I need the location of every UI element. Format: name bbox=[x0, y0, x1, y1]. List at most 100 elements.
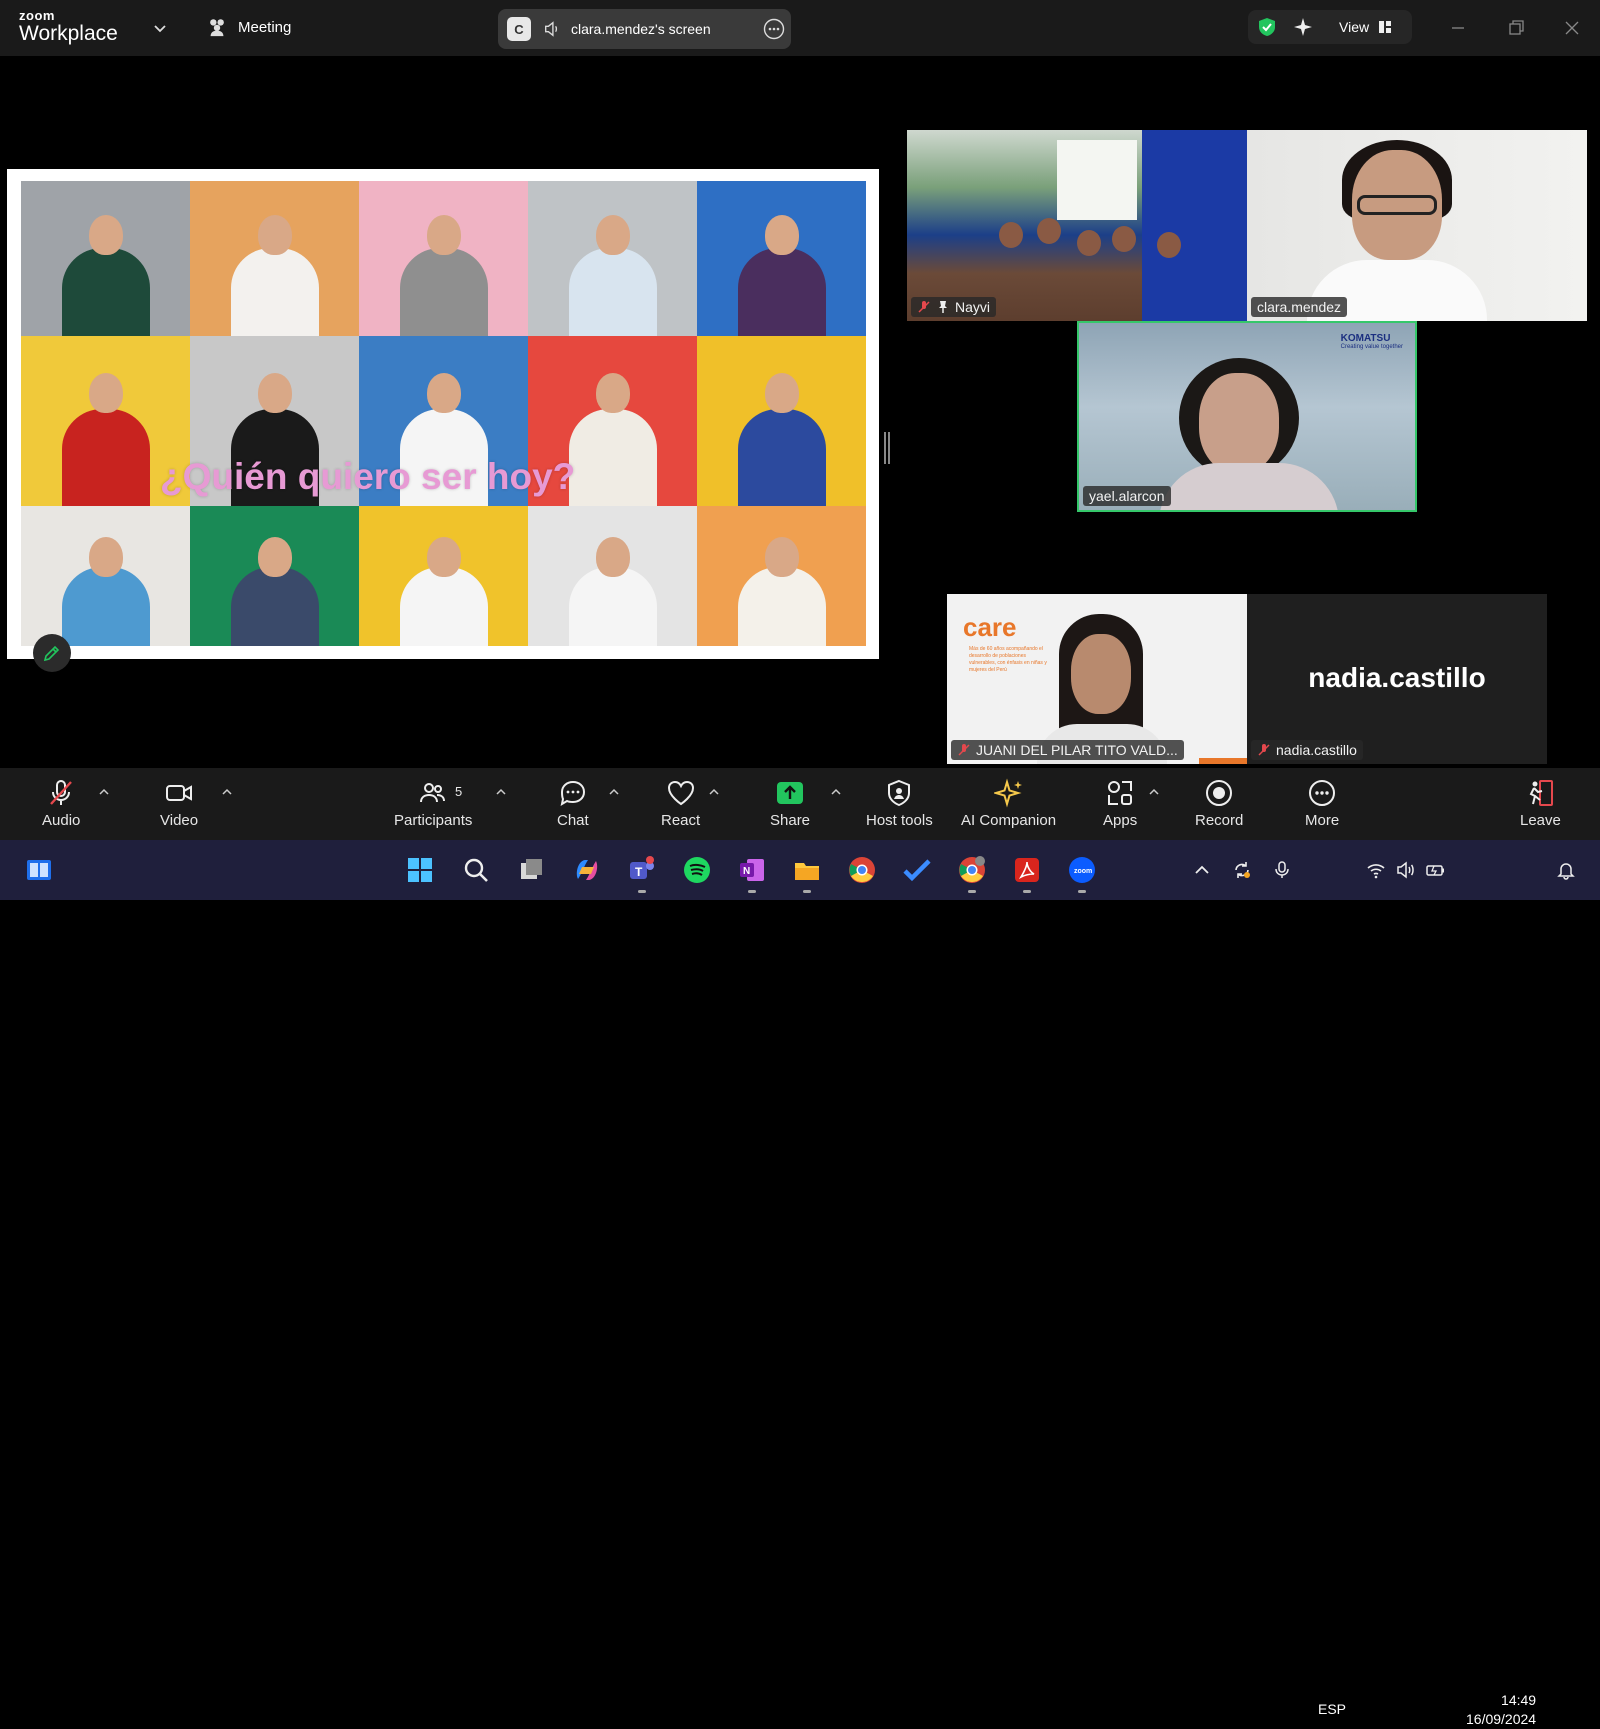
participant-name-tag: JUANI DEL PILAR TITO VALD... bbox=[951, 740, 1184, 760]
search-icon[interactable] bbox=[459, 853, 493, 887]
restore-icon[interactable] bbox=[1502, 14, 1530, 42]
chevron-up-icon[interactable] bbox=[221, 786, 233, 798]
chevron-up-icon[interactable] bbox=[830, 786, 842, 798]
participant-name: Nayvi bbox=[955, 299, 991, 315]
person-head bbox=[257, 536, 292, 577]
running-indicator bbox=[1023, 890, 1031, 893]
chevron-up-icon[interactable] bbox=[708, 786, 720, 798]
audio-button[interactable]: Audio bbox=[42, 778, 80, 829]
chevron-up-icon[interactable] bbox=[1148, 786, 1160, 798]
record-label: Record bbox=[1195, 812, 1244, 829]
record-button[interactable]: Record bbox=[1195, 778, 1243, 829]
file-explorer-icon[interactable] bbox=[790, 853, 824, 893]
people-icon bbox=[210, 19, 224, 37]
participant-name: clara.mendez bbox=[1257, 299, 1342, 315]
chevron-down-icon[interactable] bbox=[152, 20, 168, 36]
app-logo: zoom Workplace bbox=[19, 9, 118, 44]
teams-icon[interactable]: T bbox=[625, 853, 659, 893]
microphone-icon[interactable] bbox=[1272, 860, 1292, 880]
chrome-profile-icon[interactable] bbox=[955, 853, 989, 893]
share-screen-icon bbox=[777, 782, 804, 804]
person-head bbox=[426, 536, 461, 577]
notifications-bell-icon[interactable] bbox=[1556, 860, 1576, 880]
zoom-app-icon[interactable]: zoom bbox=[1065, 853, 1099, 893]
annotate-button[interactable] bbox=[33, 634, 71, 672]
chevron-up-icon[interactable] bbox=[608, 786, 620, 798]
more-button[interactable]: More bbox=[1305, 778, 1339, 829]
collage-tile-15 bbox=[697, 506, 866, 646]
host-tools-button[interactable]: Host tools bbox=[866, 778, 933, 829]
view-button[interactable]: View bbox=[1339, 19, 1369, 35]
chevron-up-icon[interactable] bbox=[98, 786, 110, 798]
more-options-icon[interactable] bbox=[763, 18, 785, 40]
task-view-icon[interactable] bbox=[515, 853, 549, 887]
shared-screen-indicator[interactable]: C clara.mendez's screen bbox=[498, 9, 791, 49]
title-bar: zoom Workplace Meeting C clara.mendez's … bbox=[0, 0, 1600, 56]
running-indicator bbox=[1078, 890, 1086, 893]
video-button[interactable]: Video bbox=[160, 778, 198, 829]
more-icon bbox=[1309, 780, 1336, 806]
chevron-up-icon[interactable] bbox=[495, 786, 507, 798]
spotify-icon[interactable] bbox=[680, 853, 714, 887]
video-tile-juani[interactable]: care Más de 60 años acompañando el desar… bbox=[947, 594, 1247, 764]
speaker-icon[interactable] bbox=[543, 20, 561, 38]
chat-button[interactable]: Chat bbox=[557, 778, 589, 829]
meeting-toolbar: Audio Video Participants 5 Chat React Sh… bbox=[0, 768, 1600, 840]
running-indicator bbox=[748, 890, 756, 893]
slide-collage bbox=[21, 181, 866, 646]
participant-shirt bbox=[1159, 463, 1339, 510]
widgets-icon[interactable] bbox=[22, 853, 56, 887]
collage-tile-2 bbox=[190, 181, 359, 336]
video-tile-nadia-castillo[interactable]: nadia.castillo nadia.castillo bbox=[1247, 594, 1547, 764]
apps-label: Apps bbox=[1103, 812, 1138, 829]
panel-resize-handle[interactable] bbox=[884, 432, 890, 464]
sync-icon[interactable] bbox=[1232, 860, 1252, 880]
ai-companion-button[interactable]: AI Companion bbox=[961, 778, 1056, 829]
chat-icon bbox=[560, 780, 585, 807]
ai-sparkle-icon[interactable] bbox=[1292, 16, 1314, 38]
participants-count: 5 bbox=[455, 784, 463, 799]
person-head bbox=[257, 373, 292, 414]
system-clock[interactable]: 14:49 16/09/2024 bbox=[1466, 1691, 1536, 1729]
chrome-icon[interactable] bbox=[845, 853, 879, 887]
komatsu-logo-text: KOMATSU bbox=[1340, 333, 1391, 344]
collage-tile-4 bbox=[528, 181, 697, 336]
person-body bbox=[737, 408, 826, 506]
host-tools-label: Host tools bbox=[866, 812, 933, 829]
participants-icon bbox=[420, 783, 446, 803]
person-body bbox=[230, 567, 319, 646]
video-tile-nayvi[interactable]: Nayvi bbox=[907, 130, 1247, 321]
classroom-curtain bbox=[1142, 130, 1247, 321]
person-head bbox=[426, 215, 461, 256]
grid-view-icon[interactable] bbox=[1378, 20, 1392, 34]
close-icon[interactable] bbox=[1558, 14, 1586, 42]
react-button[interactable]: React bbox=[661, 778, 700, 829]
person-body bbox=[61, 567, 150, 646]
meeting-menu[interactable]: Meeting bbox=[206, 16, 291, 38]
video-tile-clara-mendez[interactable]: clara.mendez bbox=[1247, 130, 1587, 321]
windows-start-icon[interactable] bbox=[403, 853, 437, 887]
security-shield-icon[interactable] bbox=[1256, 16, 1278, 38]
video-label: Video bbox=[160, 812, 199, 829]
chevron-up-icon[interactable] bbox=[1192, 860, 1212, 880]
student bbox=[1077, 230, 1101, 256]
volume-icon[interactable] bbox=[1396, 860, 1416, 880]
apps-button[interactable]: Apps bbox=[1103, 778, 1137, 829]
person-head bbox=[764, 215, 799, 256]
share-button[interactable]: Share bbox=[770, 778, 810, 829]
participant-name: nadia.castillo bbox=[1276, 742, 1357, 758]
todo-icon[interactable] bbox=[900, 853, 934, 887]
minimize-icon[interactable] bbox=[1444, 14, 1472, 42]
copilot-icon[interactable] bbox=[570, 853, 604, 887]
record-icon bbox=[1206, 780, 1233, 806]
participant-name: yael.alarcon bbox=[1089, 488, 1165, 504]
onenote-icon[interactable]: N bbox=[735, 853, 769, 893]
video-tile-yael-alarcon[interactable]: KOMATSU Creating value together yael.ala… bbox=[1077, 321, 1417, 512]
audio-label: Audio bbox=[42, 812, 81, 829]
person-head bbox=[764, 536, 799, 577]
leave-button[interactable]: Leave bbox=[1520, 778, 1561, 829]
battery-icon[interactable] bbox=[1426, 860, 1446, 880]
acrobat-icon[interactable] bbox=[1010, 853, 1044, 893]
input-language[interactable]: ESP bbox=[1318, 1701, 1346, 1717]
wifi-icon[interactable] bbox=[1366, 860, 1386, 880]
